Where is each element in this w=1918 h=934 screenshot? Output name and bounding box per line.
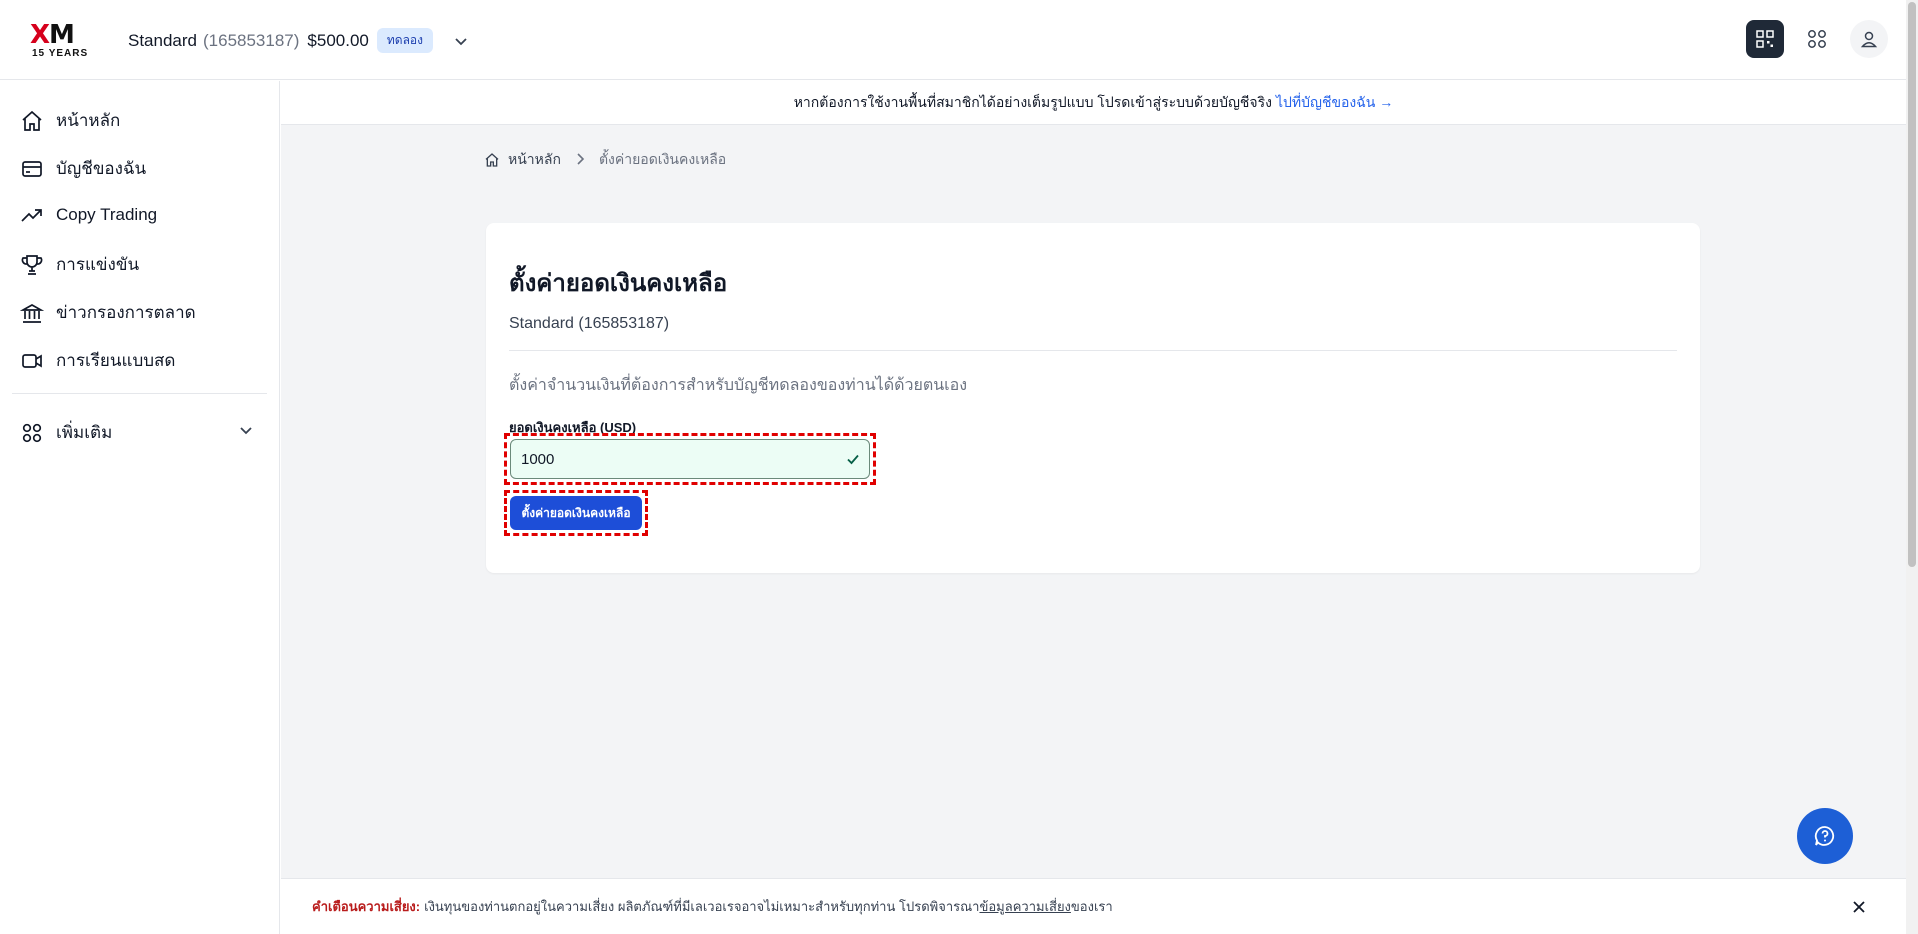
sidebar: หน้าหลัก บัญชีของฉัน Copy Trading การแข่… xyxy=(0,81,280,934)
chevron-down-icon[interactable] xyxy=(451,31,471,51)
check-icon xyxy=(847,454,859,465)
qr-code-button[interactable] xyxy=(1746,20,1784,58)
qr-icon xyxy=(1756,30,1774,48)
sidebar-item-market-news[interactable]: ข่าวกรองการตลาด xyxy=(20,299,196,326)
sidebar-item-live-education[interactable]: การเรียนแบบสด xyxy=(20,347,175,374)
chevron-right-icon xyxy=(575,152,585,168)
video-icon xyxy=(22,353,42,368)
card-divider xyxy=(509,350,1677,351)
grid-icon xyxy=(22,423,42,442)
sidebar-item-label: การเรียนแบบสด xyxy=(56,351,176,370)
bank-icon xyxy=(20,303,44,323)
scrollbar-thumb[interactable] xyxy=(1908,2,1916,567)
account-balance: $500.00 xyxy=(307,30,369,50)
sidebar-item-label: บัญชีของฉัน xyxy=(56,159,147,178)
sidebar-item-label: ข่าวกรองการตลาด xyxy=(56,303,196,322)
account-number: (165853187) xyxy=(203,30,300,50)
card-description: ตั้งค่าจำนวนเงินที่ต้องการสำหรับบัญชีทดล… xyxy=(509,377,968,394)
risk-suffix: ของเรา xyxy=(1070,899,1113,914)
account-selector[interactable]: Standard (165853187) $500.00 ทดลอง xyxy=(128,28,471,53)
main-content: หากต้องการใช้งานพื้นที่สมาชิกได้อย่างเต็… xyxy=(281,81,1906,934)
balance-input-highlight: 1000 xyxy=(504,433,876,485)
sidebar-item-my-accounts[interactable]: บัญชีของฉัน xyxy=(20,155,146,182)
home-icon[interactable] xyxy=(484,152,500,168)
sidebar-item-more[interactable]: เพิ่มเติม xyxy=(20,419,112,446)
sidebar-item-label: หน้าหลัก xyxy=(56,111,121,130)
grid-icon xyxy=(1808,30,1826,48)
trophy-icon xyxy=(21,254,43,275)
sidebar-item-label: การแข่งขัน xyxy=(56,255,140,274)
xm-logo[interactable]: XM 15 YEARS xyxy=(30,20,90,62)
logo-subtitle: 15 YEARS xyxy=(32,48,89,59)
account-label: Standard (165853187) xyxy=(509,315,670,332)
sidebar-item-label: เพิ่มเติม xyxy=(56,423,113,442)
risk-info-link[interactable]: ข้อมูลความเสี่ยง xyxy=(979,896,1070,917)
trend-icon xyxy=(21,209,42,222)
risk-text: เงินทุนของท่านตกอยู่ในความเสี่ยง ผลิตภัณ… xyxy=(424,899,980,914)
banner-link[interactable]: ไปที่บัญชีของฉัน → xyxy=(1276,92,1393,114)
sidebar-item-competitions[interactable]: การแข่งขัน xyxy=(20,251,139,278)
balance-input[interactable]: 1000 xyxy=(510,439,870,479)
page-scrollbar[interactable] xyxy=(1906,0,1918,934)
balance-input-value: 1000 xyxy=(521,450,555,468)
banner-text: หากต้องการใช้งานพื้นที่สมาชิกได้อย่างเต็… xyxy=(793,93,1272,110)
set-balance-card: ตั้งค่ายอดเงินคงเหลือ Standard (16585318… xyxy=(486,223,1700,573)
sidebar-item-copy-trading[interactable]: Copy Trading xyxy=(20,203,157,227)
breadcrumb-home[interactable]: หน้าหลัก xyxy=(508,149,561,171)
user-icon xyxy=(1860,31,1878,48)
sidebar-item-home[interactable]: หน้าหลัก xyxy=(20,107,120,134)
chat-help-icon xyxy=(1814,826,1835,846)
sidebar-item-label: Copy Trading xyxy=(56,205,158,224)
sidebar-divider xyxy=(12,393,267,394)
page-title: ตั้งค่ายอดเงินคงเหลือ xyxy=(509,270,728,297)
home-icon xyxy=(22,110,42,131)
set-balance-button[interactable]: ตั้งค่ายอดเงินคงเหลือ xyxy=(510,496,642,530)
risk-label: คำเตือนความเสี่ยง: xyxy=(312,899,421,914)
info-banner: หากต้องการใช้งานพื้นที่สมาชิกได้อย่างเต็… xyxy=(281,81,1906,125)
top-header: XM 15 YEARS Standard (165853187) $500.00… xyxy=(0,0,1906,80)
breadcrumb-current: ตั้งค่ายอดเงินคงเหลือ xyxy=(598,151,727,167)
help-chat-button[interactable] xyxy=(1797,808,1853,864)
apps-button[interactable] xyxy=(1798,20,1836,58)
close-icon[interactable] xyxy=(1849,897,1869,917)
risk-warning-bar: คำเตือนความเสี่ยง: เงินทุนของท่านตกอยู่ใ… xyxy=(281,878,1906,934)
breadcrumb: หน้าหลัก ตั้งค่ายอดเงินคงเหลือ xyxy=(484,149,726,171)
chevron-down-icon[interactable] xyxy=(238,422,254,438)
profile-button[interactable] xyxy=(1850,20,1888,58)
card-icon xyxy=(22,160,42,177)
demo-badge: ทดลอง xyxy=(376,28,433,53)
account-name: Standard xyxy=(128,30,197,50)
submit-button-highlight: ตั้งค่ายอดเงินคงเหลือ xyxy=(504,490,648,536)
